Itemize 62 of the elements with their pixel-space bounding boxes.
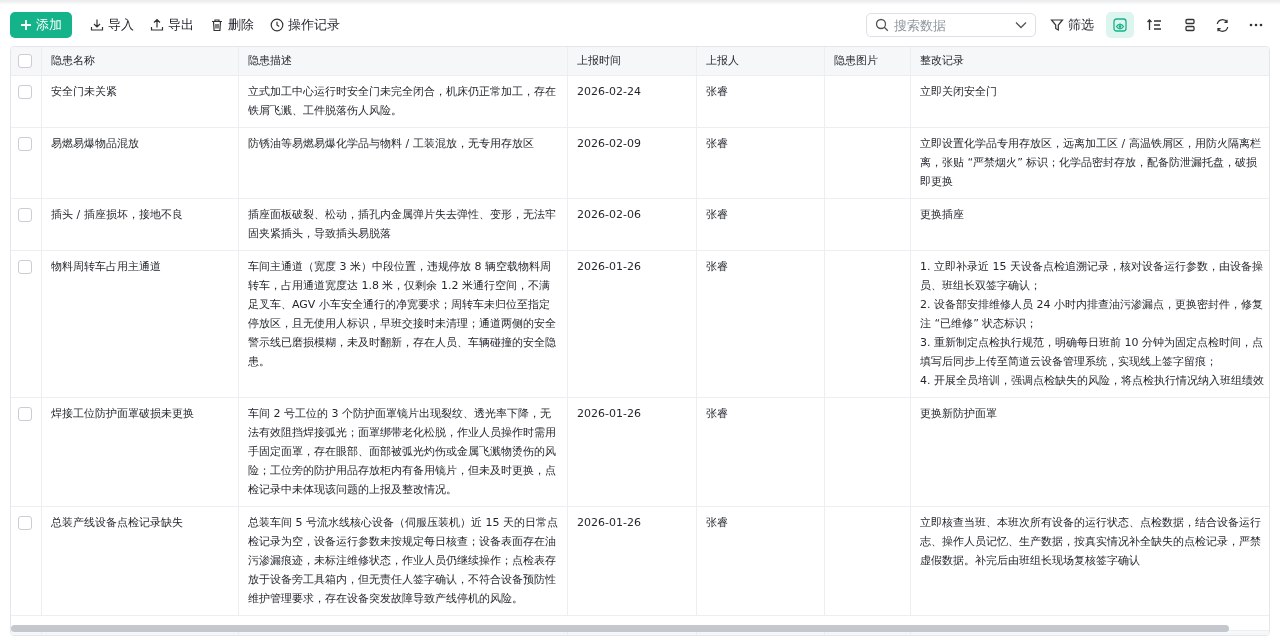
download-icon: [90, 18, 104, 32]
table-cell: 2026-02-06: [577, 208, 641, 221]
filter-icon: [1050, 18, 1064, 32]
table-cell: 2026-01-26: [577, 516, 641, 529]
table-cell: 2026-02-09: [577, 137, 641, 150]
row-checkbox[interactable]: [18, 85, 32, 99]
table-cell-text: 立即设置化学品专用存放区，远离加工区 / 高温铁屑区，用防火隔离栏 离，张贴 “严禁烟火” 标识；化学品密封存放，配备防泄漏托盘，破损 即更换: [920, 136, 1261, 190]
upload-icon: [150, 18, 164, 32]
table-cell: 立式加工中心运行时安全门未完全闭合，机床仍正常加工，存在铁屑飞溅、工件脱落伤人风险。: [248, 85, 556, 117]
table-cell-text: 立即关闭安全门: [920, 84, 998, 100]
table-cell: 物料周转车占用主通道: [51, 260, 161, 273]
table-cell: 焊接工位防护面罩破损未更换: [51, 407, 194, 420]
trash-icon: [210, 18, 224, 32]
refresh-icon: [1214, 17, 1230, 33]
table-cell: 总装车间 5 号流水线核心设备（伺服压装机）近 15 天的日常点检记录为空，设备运行参数未按规定每日核查；设备表面存在油污渗漏痕迹，未标注维修状态，作业人员仍继续操作；点检表存放于设备旁工具箱内，但无责任人签字确认，不符合设备预防性维护管理要求，存在设备突发故障导致产线停机的风险。: [248, 516, 558, 605]
table-cell: 车间主通道（宽度 3 米）中段位置，违规停放 8 辆空载物料周转车，占用通道宽度达 1.8 米，仅剩余 1.2 米通行空间，不满足叉车、AGV 小车安全通行的净宽要求；周转车未归位至指定停放区，且无使用人标识，早班交接时未清理；通道两侧的安全警示线已磨损模糊，未及时翻新，存在人员、车辆碰撞的安全隐患。: [248, 260, 556, 368]
column-header: 隐患名称: [51, 54, 95, 67]
clock-icon: [270, 18, 284, 32]
row-checkbox[interactable]: [18, 137, 32, 151]
row-checkbox[interactable]: [18, 407, 32, 421]
sort-icon: [1146, 18, 1162, 32]
toolbar-button[interactable]: 操作记录: [264, 12, 346, 38]
toolbar-button[interactable]: 删除: [204, 12, 260, 38]
table-cell: 2026-02-24: [577, 85, 641, 98]
filter-button[interactable]: 筛选: [1044, 12, 1100, 38]
column-header: 上报人: [706, 54, 739, 67]
table-cell: 插座面板破裂、松动，插孔内金属弹片失去弹性、变形，无法牢固夹紧插头，导致插头易脱落: [248, 208, 556, 240]
table-cell: 安全门未关紧: [51, 85, 117, 98]
table-cell: 防锈油等易燃易爆化学品与物料 / 工装混放，无专用存放区: [248, 137, 534, 150]
table-cell: 张睿: [706, 407, 728, 420]
table-cell: 车间 2 号工位的 3 个防护面罩镜片出现裂纹、透光率下降，无法有效阻挡焊接弧光；面罩绑带老化松脱，作业人员操作时需用手固定面罩，存在眼部、面部被弧光灼伤或金属飞溅物烫伤的风险；工位旁的防护用品存放柜内有备用镜片，但未及时更换，点检记录中未体现该问题的上报及整改情况。: [248, 407, 556, 496]
row-checkbox[interactable]: [18, 208, 32, 222]
toolbar-button[interactable]: 导入: [84, 12, 140, 38]
table-cell: 易燃易爆物品混放: [51, 137, 139, 150]
column-header: 上报时间: [577, 54, 621, 67]
table-cell: 总装产线设备点检记录缺失: [51, 516, 183, 529]
toolbar-button[interactable]: 导出: [144, 12, 200, 38]
column-header: 整改记录: [920, 54, 964, 67]
search-field[interactable]: 搜索数据: [866, 13, 1036, 37]
table-cell: 2026-01-26: [577, 407, 641, 420]
table-cell: 张睿: [706, 85, 728, 98]
table-cell-text: 更换插座: [920, 207, 965, 223]
table-cell: 张睿: [706, 137, 728, 150]
scrollbar[interactable]: [11, 625, 1229, 632]
row-checkbox[interactable]: [18, 516, 32, 530]
more-icon: [1249, 23, 1263, 27]
table-cell-text: 1. 立即补录近 15 天设备点检追溯记录，核对设备运行参数，由设备操 员、班组长双签字确认； 2. 设备部安排维修人员 24 小时内排查油污渗漏点，更换密封件，修复 注 “已维修” 状态标识； 3. 重新制定点检执行规范，明确每日班前 10 分钟为固定点检时间，点 填写后同步上传至简道云设备管理系统，实现线上签字留痕； 4. 开展全员培训，强调点检缺失的风险，将点检执行情况纳入班组绩效: [920, 259, 1264, 389]
table-cell: 张睿: [706, 208, 728, 221]
search-icon: [875, 18, 889, 32]
table-cell-text: 立即核查当班、本班次所有设备的运行状态、点检数据，结合设备运行 志、操作人员记忆、生产数据，按真实情况补全缺失的点检记录，严禁 虚假数据。补完后由班组长现场复核签字确认: [920, 515, 1261, 569]
table-cell: 张睿: [706, 260, 728, 273]
column-header: 隐患图片: [834, 54, 878, 67]
table-cell-text: 更换新防护面罩: [920, 406, 998, 422]
select-all-checkbox[interactable]: [18, 54, 32, 68]
row-checkbox[interactable]: [18, 260, 32, 274]
plus-icon: [20, 19, 32, 31]
table-cell: 张睿: [706, 516, 728, 529]
table-cell: 2026-01-26: [577, 260, 641, 273]
eye-card-icon: [1112, 17, 1128, 33]
chevron-down-icon: [1015, 21, 1027, 29]
table-cell: 插头 / 插座损坏，接地不良: [51, 208, 183, 221]
column-header: 隐患描述: [248, 54, 292, 67]
